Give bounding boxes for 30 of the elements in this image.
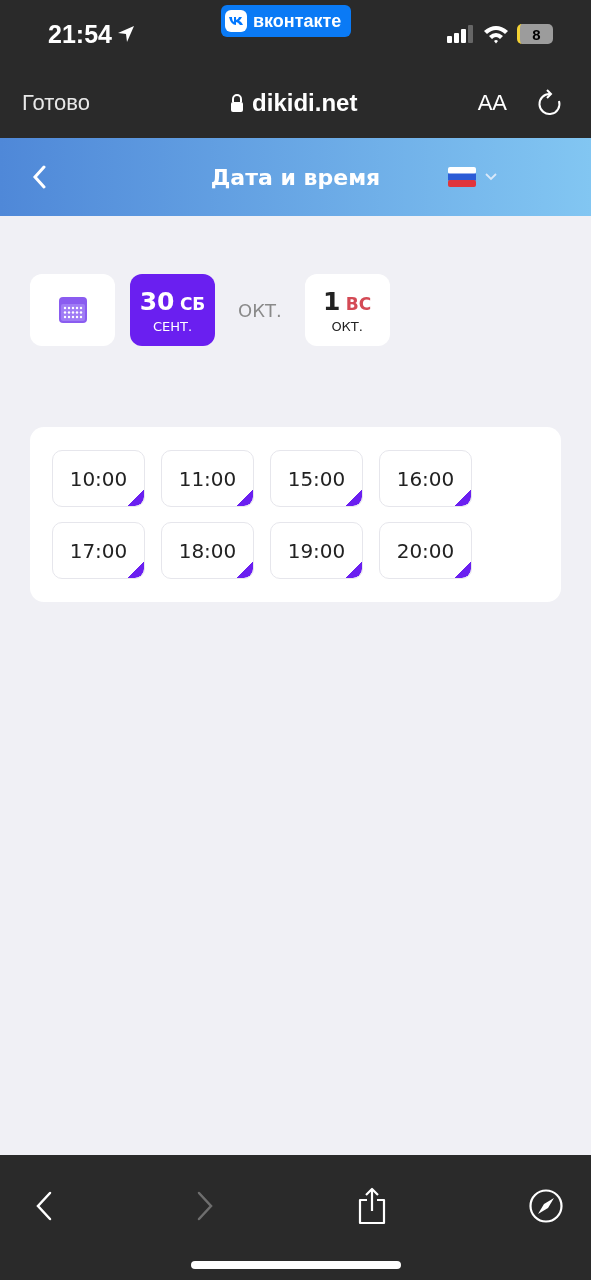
text-size-button[interactable]: AA: [477, 90, 507, 116]
done-button[interactable]: Готово: [22, 90, 90, 116]
time-slot-button[interactable]: 19:00: [270, 522, 363, 579]
address-text[interactable]: dikidi.net: [252, 89, 358, 117]
time-slot-button[interactable]: 10:00: [52, 450, 145, 507]
calendar-button[interactable]: [30, 274, 115, 346]
date-button[interactable]: 30 СБ СЕНТ.: [130, 274, 215, 346]
time-slot-button[interactable]: 17:00: [52, 522, 145, 579]
time-slot-button[interactable]: 18:00: [161, 522, 254, 579]
time-slot-button[interactable]: 16:00: [379, 450, 472, 507]
time-slot-button[interactable]: 20:00: [379, 522, 472, 579]
time-slot-button[interactable]: 15:00: [270, 450, 363, 507]
battery-indicator: 8: [517, 24, 553, 44]
back-icon[interactable]: [34, 1191, 54, 1221]
page-title: Дата и время: [210, 164, 381, 190]
time-slot-button[interactable]: 11:00: [161, 450, 254, 507]
flag-icon[interactable]: [448, 167, 476, 187]
status-time: 21:54: [48, 19, 112, 49]
reload-icon[interactable]: [537, 89, 563, 117]
signal-icon: [447, 25, 475, 43]
vk-logo-icon: [225, 10, 247, 32]
calendar-icon: [57, 296, 88, 324]
compass-icon[interactable]: [529, 1189, 563, 1223]
lock-icon: [230, 94, 245, 112]
wifi-icon: [483, 24, 509, 44]
app-badge[interactable]: вконтакте: [221, 5, 352, 37]
month-label: ОКТ.: [237, 299, 283, 321]
share-icon[interactable]: [356, 1187, 388, 1225]
date-button[interactable]: 1 ВС ОКТ.: [304, 274, 390, 346]
back-chevron-icon[interactable]: [32, 165, 46, 189]
